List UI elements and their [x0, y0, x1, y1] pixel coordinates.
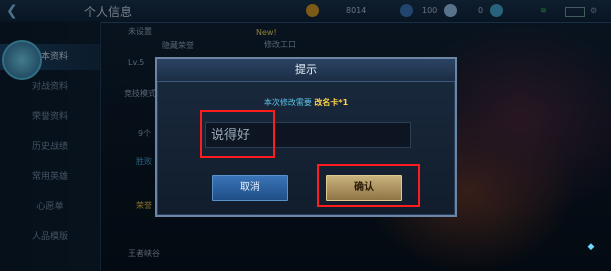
cancel-button[interactable]: 取消	[212, 175, 288, 201]
rename-card-requirement: 改名卡*1	[314, 98, 349, 107]
chat-icon[interactable]: ◆	[580, 242, 602, 264]
rename-prompt: 本次修改需要 改名卡*1	[157, 97, 455, 108]
dialog-title: 提示	[295, 63, 317, 76]
prompt-text: 本次修改需要	[263, 98, 312, 107]
input-highlight-box	[200, 110, 275, 158]
confirm-highlight-box	[317, 164, 420, 207]
